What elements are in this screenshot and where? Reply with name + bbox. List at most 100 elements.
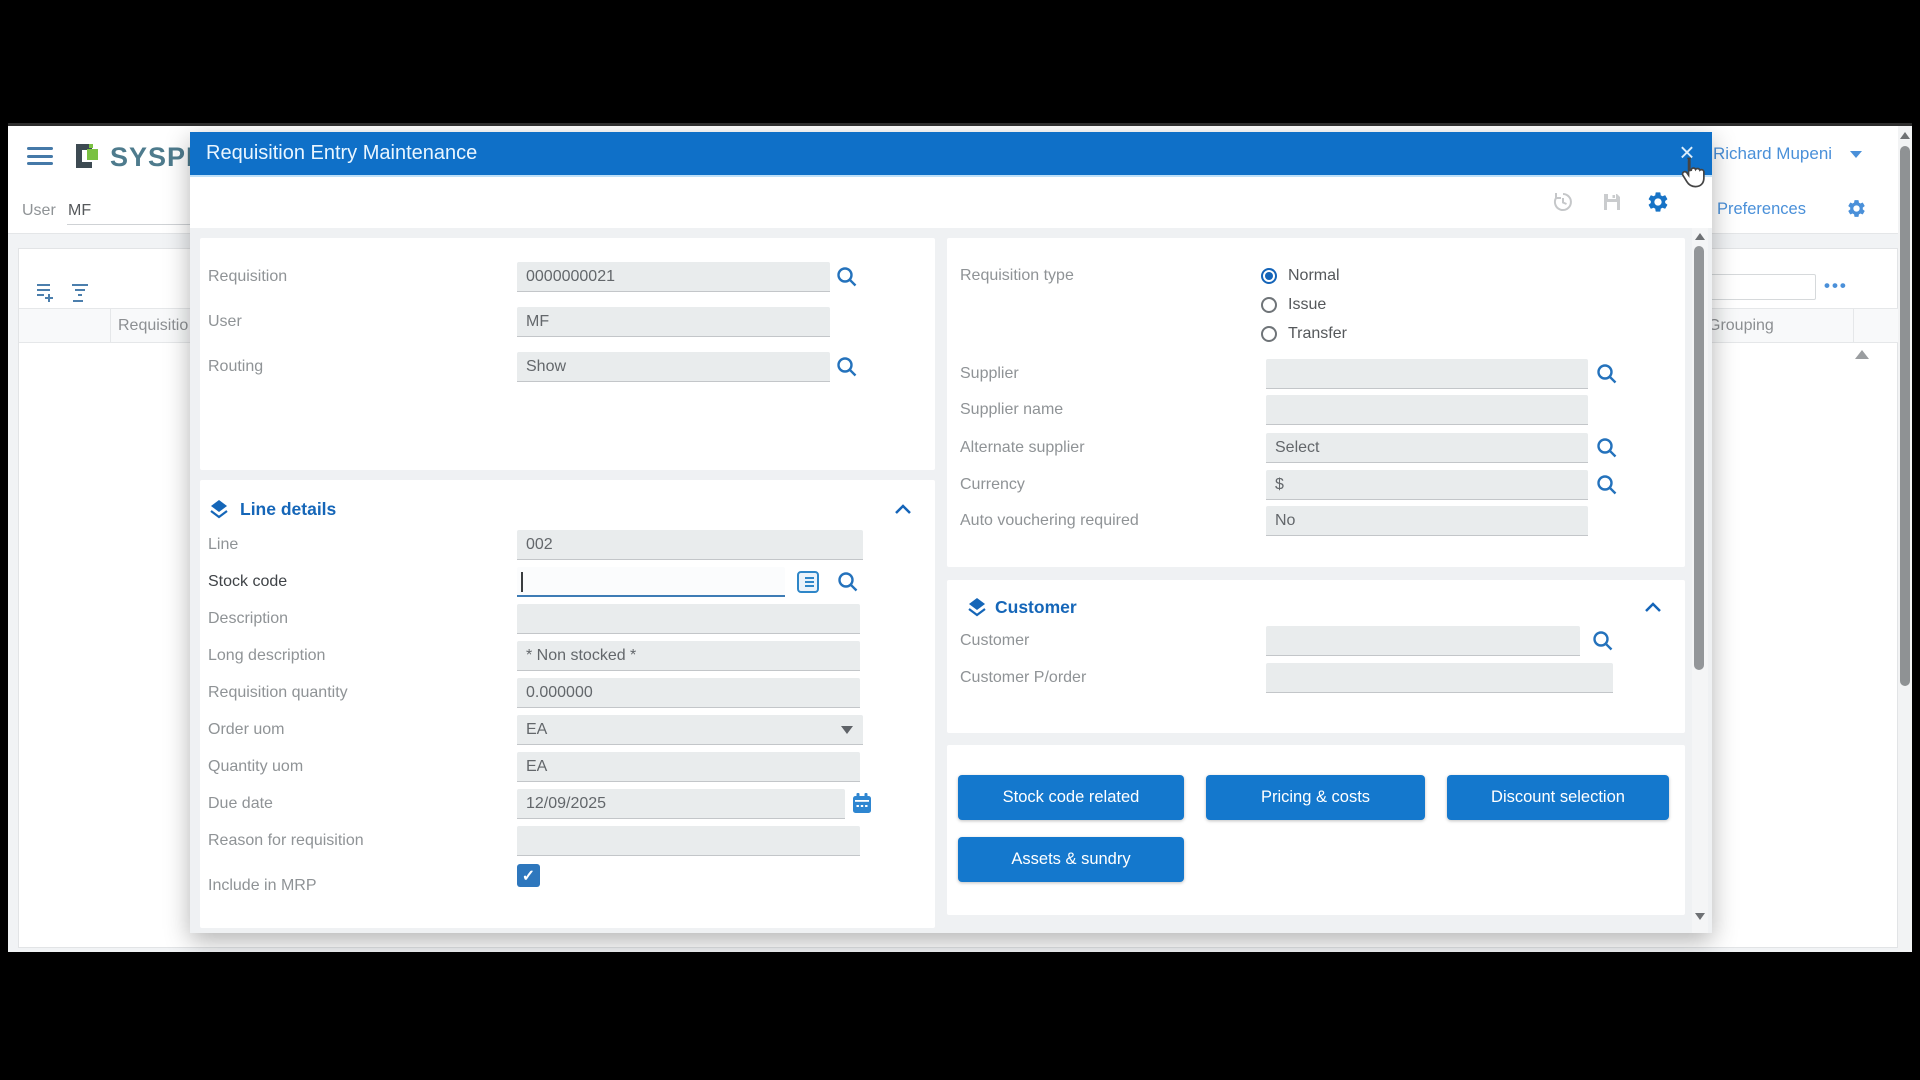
- line-field: 002: [517, 530, 863, 560]
- supplier-search-icon[interactable]: [1596, 363, 1618, 385]
- preferences-gear-icon[interactable]: [1846, 198, 1867, 219]
- syspro-logo-icon: [70, 140, 102, 172]
- line-label: Line: [208, 537, 238, 553]
- requisition-search-icon[interactable]: [836, 266, 858, 288]
- due-date-label: Due date: [208, 796, 273, 812]
- user-field-value[interactable]: MF: [68, 203, 91, 219]
- radio-issue-label[interactable]: Issue: [1288, 297, 1326, 313]
- assets-sundry-button[interactable]: Assets & sundry: [958, 837, 1184, 882]
- alternate-supplier-field[interactable]: Select: [1266, 433, 1588, 463]
- customer-section-title: Customer: [995, 598, 1077, 616]
- customer-field[interactable]: [1266, 626, 1580, 656]
- radio-normal[interactable]: [1261, 268, 1277, 284]
- grid-column-header-requisition[interactable]: Requisitio: [118, 318, 188, 334]
- pricing-costs-button[interactable]: Pricing & costs: [1206, 775, 1425, 820]
- stock-code-input[interactable]: [517, 567, 785, 597]
- modal-scrollbar-thumb[interactable]: [1694, 246, 1704, 670]
- currency-label: Currency: [960, 477, 1025, 493]
- alternate-supplier-search-icon[interactable]: [1596, 437, 1618, 459]
- mouse-cursor: [1676, 156, 1706, 190]
- supplier-label: Supplier: [960, 366, 1019, 382]
- routing-field[interactable]: Show: [517, 352, 830, 382]
- modal-scrollbar-down-icon[interactable]: [1695, 913, 1705, 920]
- requisition-type-label: Requisition type: [960, 268, 1074, 284]
- line-details-title: Line details: [240, 500, 336, 518]
- requisition-quantity-field[interactable]: 0.000000: [517, 678, 860, 708]
- letterbox-top: [0, 0, 1920, 126]
- modal-toolbar: [190, 177, 1712, 228]
- requisition-quantity-label: Requisition quantity: [208, 685, 348, 701]
- order-uom-label: Order uom: [208, 722, 284, 738]
- stock-code-related-button[interactable]: Stock code related: [958, 775, 1184, 820]
- grid-scroll-up-icon[interactable]: [1855, 350, 1869, 359]
- stock-code-label: Stock code: [208, 574, 287, 590]
- quantity-uom-field: EA: [517, 752, 860, 782]
- calendar-icon[interactable]: [850, 791, 874, 815]
- auto-vouchering-field: No: [1266, 506, 1588, 536]
- stock-code-search-icon[interactable]: [837, 571, 859, 593]
- grid-column-header-grouping[interactable]: Grouping: [1708, 318, 1774, 334]
- section-layers-icon: [208, 498, 230, 520]
- user-menu-label: Richard Mupeni: [1713, 144, 1832, 163]
- auto-vouchering-label: Auto vouchering required: [960, 513, 1139, 529]
- letterbox-left: [0, 0, 8, 1080]
- grid-search-input[interactable]: [1706, 274, 1816, 300]
- radio-transfer-label[interactable]: Transfer: [1288, 326, 1347, 342]
- user-field-underline: [67, 224, 190, 225]
- stock-code-browse-icon[interactable]: [796, 570, 820, 594]
- currency-field[interactable]: $: [1266, 470, 1588, 500]
- modal-scrollbar-up-icon[interactable]: [1695, 233, 1705, 240]
- history-icon[interactable]: [1551, 190, 1575, 214]
- routing-search-icon[interactable]: [836, 356, 858, 378]
- user-field-label: User: [22, 203, 56, 219]
- radio-transfer[interactable]: [1261, 326, 1277, 342]
- reason-for-requisition-label: Reason for requisition: [208, 833, 364, 849]
- requisition-field[interactable]: 0000000021: [517, 262, 830, 292]
- grid-column-divider: [1853, 308, 1854, 343]
- save-icon[interactable]: [1600, 190, 1624, 214]
- discount-selection-button[interactable]: Discount selection: [1447, 775, 1669, 820]
- add-row-icon[interactable]: [34, 280, 58, 304]
- letterbox-right: [1912, 0, 1920, 1080]
- supplier-name-label: Supplier name: [960, 402, 1063, 418]
- settings-gear-icon[interactable]: [1646, 190, 1670, 214]
- customer-porder-field[interactable]: [1266, 663, 1613, 693]
- user-menu-caret-icon[interactable]: [1850, 151, 1862, 158]
- long-description-label: Long description: [208, 648, 325, 664]
- preferences-link[interactable]: Preferences: [1717, 200, 1806, 219]
- text-cursor: [521, 572, 523, 592]
- more-options-button[interactable]: •••: [1824, 281, 1848, 291]
- order-uom-caret-icon[interactable]: [841, 726, 853, 734]
- include-in-mrp-checkbox[interactable]: ✓: [517, 864, 540, 887]
- supplier-name-field: [1266, 395, 1588, 425]
- page-scrollbar-up-icon[interactable]: [1900, 132, 1910, 139]
- collapse-chevron-icon[interactable]: [894, 503, 912, 515]
- description-label: Description: [208, 611, 288, 627]
- description-field: [517, 604, 860, 634]
- requisition-label: Requisition: [208, 269, 287, 285]
- modal-title: Requisition Entry Maintenance: [206, 142, 477, 165]
- page-scrollbar-thumb[interactable]: [1900, 146, 1910, 686]
- currency-search-icon[interactable]: [1596, 474, 1618, 496]
- collapse-chevron-icon[interactable]: [1644, 601, 1662, 613]
- letterbox-bottom: [0, 952, 1920, 1080]
- actions-card: [947, 745, 1685, 915]
- checkmark-icon: ✓: [522, 866, 535, 886]
- radio-normal-label[interactable]: Normal: [1288, 268, 1340, 284]
- reason-for-requisition-field[interactable]: [517, 826, 860, 856]
- long-description-field: * Non stocked *: [517, 641, 860, 671]
- customer-label: Customer: [960, 633, 1029, 649]
- grid-column-divider: [110, 308, 111, 343]
- order-uom-select[interactable]: EA: [517, 715, 863, 745]
- due-date-field[interactable]: 12/09/2025: [517, 789, 845, 819]
- user-label: User: [208, 314, 242, 330]
- alternate-supplier-label: Alternate supplier: [960, 440, 1085, 456]
- routing-label: Routing: [208, 359, 263, 375]
- hamburger-menu-icon[interactable]: [27, 147, 53, 165]
- customer-porder-label: Customer P/order: [960, 670, 1086, 686]
- user-menu[interactable]: Richard Mupeni: [1713, 144, 1832, 164]
- radio-issue[interactable]: [1261, 297, 1277, 313]
- customer-search-icon[interactable]: [1592, 630, 1614, 652]
- supplier-field[interactable]: [1266, 359, 1588, 389]
- filter-icon[interactable]: [68, 280, 92, 304]
